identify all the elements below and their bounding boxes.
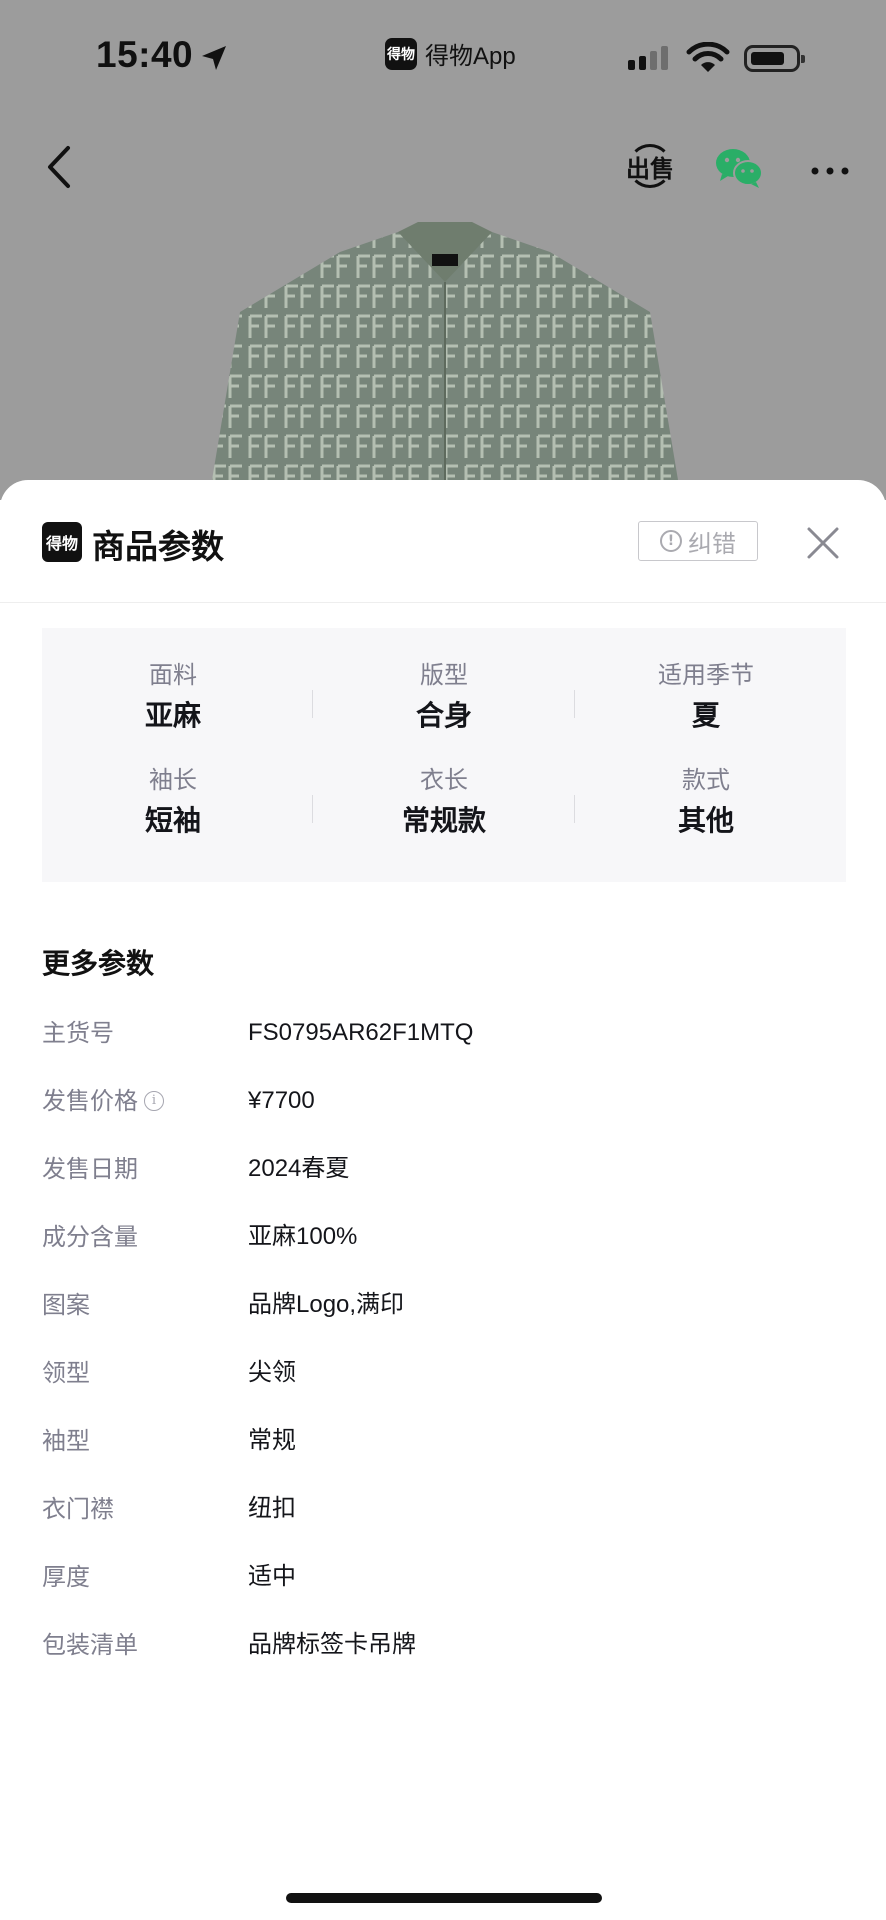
param-row: 衣门襟 纽扣 [42, 1492, 842, 1532]
spec-item: 袖长 短袖 [42, 765, 304, 839]
spec-item: 面料 亚麻 [42, 660, 304, 734]
spec-item: 衣长 常规款 [313, 765, 575, 839]
info-icon[interactable]: i [144, 1091, 164, 1111]
param-label: 厚度 [42, 1563, 90, 1591]
param-label: 领型 [42, 1359, 90, 1387]
param-row: 图案 品牌Logo,满印 [42, 1288, 842, 1328]
spec-value: 合身 [415, 699, 472, 732]
param-row: 厚度 适中 [42, 1560, 842, 1600]
param-value: FS0795AR62F1MTQ [248, 1019, 474, 1046]
cellular-signal-icon [628, 46, 668, 70]
spec-value: 亚麻 [144, 699, 201, 732]
brand-logo-icon: 得物 [42, 522, 82, 562]
battery-icon [744, 45, 805, 72]
param-value: 亚麻100% [248, 1223, 358, 1250]
product-params-sheet: 得物 商品参数 ! 纠错 面料 亚麻 版型 合身 适用季节 夏 袖长 短袖 衣长… [0, 480, 886, 1920]
sell-button[interactable]: 出售 [626, 142, 674, 190]
param-row: 领型 尖领 [42, 1356, 842, 1396]
param-value: ¥7700 [248, 1087, 315, 1114]
back-button[interactable] [40, 142, 80, 192]
alert-circle-icon: ! [660, 530, 682, 552]
param-label: 衣门襟 [42, 1495, 114, 1523]
param-value: 品牌Logo,满印 [248, 1291, 405, 1318]
param-value: 适中 [248, 1563, 296, 1590]
spec-item: 款式 其他 [575, 765, 837, 839]
spec-label: 版型 [420, 661, 468, 689]
close-button[interactable] [806, 526, 840, 560]
status-time: 15:40 [96, 34, 194, 75]
spec-value: 其他 [677, 804, 734, 837]
param-row: 成分含量 亚麻100% [42, 1220, 842, 1260]
spec-label: 袖长 [149, 766, 197, 794]
spec-item: 适用季节 夏 [575, 660, 837, 734]
param-label: 包装清单 [42, 1631, 138, 1659]
spec-label: 面料 [149, 661, 197, 689]
param-value: 2024春夏 [248, 1155, 350, 1182]
param-value: 纽扣 [248, 1495, 296, 1522]
sheet-title: 商品参数 [92, 527, 224, 566]
key-specs-panel: 面料 亚麻 版型 合身 适用季节 夏 袖长 短袖 衣长 常规款 款式 其他 [42, 628, 846, 882]
source-app-label: 得物App [425, 43, 516, 70]
param-label: 主货号 [42, 1019, 114, 1047]
param-value: 尖领 [248, 1359, 296, 1386]
spec-label: 适用季节 [658, 661, 754, 689]
spec-label: 款式 [682, 766, 730, 794]
more-options-button[interactable] [810, 150, 850, 180]
product-image [210, 222, 680, 492]
source-app-indicator[interactable]: 得物 得物App [385, 36, 516, 71]
param-value: 常规 [248, 1427, 296, 1454]
home-indicator[interactable] [286, 1893, 602, 1903]
report-error-button[interactable]: ! 纠错 [638, 521, 758, 561]
spec-label: 衣长 [420, 766, 468, 794]
spec-value: 常规款 [401, 804, 486, 837]
more-dots-icon [811, 167, 849, 175]
spec-value: 短袖 [144, 804, 201, 837]
app-logo-icon: 得物 [385, 37, 417, 70]
param-label: 发售价格 i [42, 1084, 164, 1118]
spec-item: 版型 合身 [313, 660, 575, 734]
param-value: 品牌标签卡吊牌 [248, 1631, 416, 1658]
param-row: 包装清单 品牌标签卡吊牌 [42, 1628, 842, 1668]
param-label: 成分含量 [42, 1223, 138, 1251]
report-label: 纠错 [688, 529, 736, 558]
location-arrow-icon [202, 46, 226, 70]
param-row: 袖型 常规 [42, 1424, 842, 1464]
param-row: 主货号 FS0795AR62F1MTQ [42, 1016, 842, 1056]
sheet-header: 得物 商品参数 ! 纠错 [0, 480, 886, 603]
param-label: 发售日期 [42, 1155, 138, 1183]
more-params-title: 更多参数 [42, 947, 155, 980]
param-row: 发售日期 2024春夏 [42, 1152, 842, 1192]
dimmed-background[interactable]: 15:40 得物 得物App 出售 [0, 0, 886, 500]
wechat-share-button[interactable] [714, 146, 764, 190]
spec-value: 夏 [691, 699, 720, 732]
param-label: 图案 [42, 1291, 90, 1319]
param-label: 袖型 [42, 1427, 90, 1455]
param-row: 发售价格 i ¥7700 [42, 1084, 842, 1124]
wifi-icon [686, 42, 730, 72]
